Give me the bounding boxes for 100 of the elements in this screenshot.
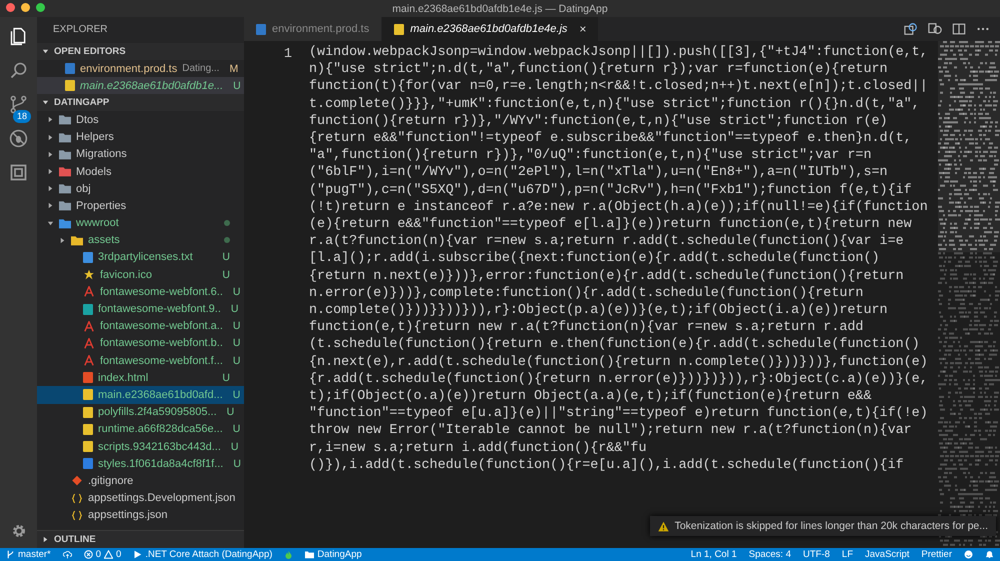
tree-item[interactable]: fontawesome-webfont.f... U [37, 352, 244, 370]
tree-item[interactable]: fontawesome-webfont.6.. U [37, 283, 244, 300]
close-window-button[interactable] [6, 3, 15, 12]
git-status-letter: U [232, 286, 240, 298]
status-item[interactable]: Ln 1, Col 1 [690, 549, 737, 560]
folder-status[interactable]: DatingApp [305, 549, 362, 560]
code-line: t.complete()}}},"+umK":function(e,t,n){"use strict";function r(){}n.d(t,"a", [309, 96, 921, 113]
debug-status[interactable]: .NET Core Attach (DatingApp) [133, 549, 272, 560]
close-tab-button[interactable]: × [579, 22, 586, 36]
file-name: Migrations [76, 148, 127, 160]
tree-item[interactable]: polyfills.2f4a59095805... U [37, 404, 244, 421]
tree-item[interactable]: fontawesome-webfont.9.. U [37, 300, 244, 318]
tree-item[interactable]: favicon.ico U [37, 266, 244, 284]
tree-item[interactable]: assets [37, 232, 244, 249]
file-name: scripts.9342163bc443d... [98, 440, 221, 453]
editor-tab[interactable]: main.e2368ae61bd0afdb1e4e.js × [382, 17, 600, 41]
window-title: main.e2368ae61bd0afdb1e4e.js — DatingApp [392, 2, 608, 14]
split-editor-icon[interactable] [952, 22, 966, 36]
maximize-window-button[interactable] [36, 3, 45, 12]
code-line: ()}),i.add(t.schedule(function(){r=e[u.a](),i.add(t.schedule(function(){if [309, 456, 905, 474]
tree-item[interactable]: fontawesome-webfont.b.. U [37, 334, 244, 352]
tree-item[interactable]: index.html U [37, 369, 244, 386]
smiley-icon[interactable] [964, 550, 973, 559]
folder-icon [59, 132, 71, 143]
status-item[interactable]: Spaces: 4 [748, 549, 791, 560]
tree-item[interactable]: appsettings.Development.json [37, 490, 244, 507]
status-item[interactable]: UTF-8 [803, 549, 830, 560]
section-header[interactable]: OUTLINE [37, 530, 244, 548]
tree-item[interactable]: Dtos [37, 111, 244, 129]
status-item[interactable]: LF [842, 549, 854, 560]
code-line: throw new Error("Iterable cannot be null");return new r.a(t?function(n){var [309, 422, 913, 440]
code-line: {r.add(t.schedule(function(){return n.error(e)}))})})),r}:Object(c.a)(e))}(e, [309, 370, 929, 388]
font-icon [83, 338, 95, 349]
tree-item[interactable]: Models [37, 162, 244, 180]
tree-item[interactable]: main.e2368ae61bd0afd... U [37, 386, 244, 404]
git-status-letter: U [232, 320, 240, 332]
tree-item[interactable]: appsettings.json [37, 506, 244, 524]
section-header[interactable]: DATINGAPP [37, 94, 244, 112]
error-icon [84, 550, 93, 559]
preview-icon[interactable] [928, 22, 942, 36]
editor-tab[interactable]: environment.prod.ts [244, 17, 382, 41]
file-name: index.html [98, 372, 148, 384]
git-status-letter: U [230, 303, 238, 316]
section-header[interactable]: OPEN EDITORS [37, 43, 244, 60]
open-editor-item[interactable]: main.e2368ae61bd0afdb1e... U [37, 77, 244, 94]
folder-description: Dating... [182, 63, 220, 74]
section-title: DATINGAPP [54, 97, 110, 108]
tree-item[interactable]: Properties [37, 197, 244, 214]
tree-item[interactable]: 3rdpartylicenses.txt U [37, 248, 244, 266]
tree-item[interactable]: obj [37, 180, 244, 198]
git-status-letter: U [233, 458, 241, 470]
play-icon [133, 550, 142, 559]
notification-message: Tokenization is skipped for lines longer than 20k characters for pe... [674, 520, 988, 532]
open-changes-icon[interactable] [904, 22, 918, 36]
section-title: OPEN EDITORS [54, 46, 126, 57]
code-line: {n.next(e),r.add(t.schedule(function(){return n.complete()}))}))},function(e) [309, 354, 929, 371]
extensions-icon[interactable] [8, 162, 29, 183]
explorer-title: EXPLORER [52, 23, 108, 37]
folder-icon [59, 148, 71, 160]
tree-item[interactable]: wwwroot [37, 214, 244, 232]
braces-icon [71, 492, 83, 504]
tree-item[interactable]: fontawesome-webfont.a.. U [37, 318, 244, 335]
git-status-letter: U [222, 372, 230, 384]
file-name: 3rdpartylicenses.txt [98, 251, 193, 264]
code-line: t);if(Object(o.a)(e))return Object(a.a)(e,t);if(function(e){return e&& [309, 388, 872, 406]
font-icon [83, 320, 95, 332]
folder-icon [59, 218, 71, 229]
code-line: function(e,t){return new r.a(t?function(n){var r=new s.a;return r.add [309, 319, 864, 336]
minimize-window-button[interactable] [21, 3, 30, 12]
file-name: styles.1f061da8a4cf8f1f... [98, 458, 224, 470]
tree-item[interactable]: runtime.a66f828dca56e... U [37, 420, 244, 438]
tree-item[interactable]: Migrations [37, 146, 244, 163]
line-number: 1 [284, 46, 293, 63]
code-line: "a",function(){return r})},"0/uQ":function(e,t,n){"use strict";var r=n [309, 147, 872, 164]
section-title: OUTLINE [54, 534, 96, 545]
star-icon [83, 269, 95, 280]
code-line: function(){return r})},"/WYv":function(e,t,n){"use strict";function r(e) [309, 112, 889, 130]
search-icon[interactable] [8, 60, 29, 81]
tree-item[interactable]: Helpers [37, 128, 244, 146]
debug-icon[interactable] [8, 128, 29, 149]
git-status-letter: U [232, 388, 240, 401]
branch-icon [6, 550, 15, 559]
tree-item[interactable]: scripts.9342163bc443d... U [37, 438, 244, 456]
branch-status[interactable]: master* [6, 549, 51, 560]
code-line: ("pugT"),c=n("S5XQ"),d=n("u67D"),p=n("JcRv"),h=n("Fxb1");function f(e,t){if [309, 182, 913, 199]
tree-item[interactable]: .gitignore [37, 472, 244, 490]
problems-status[interactable]: 0 0 [84, 549, 122, 560]
file-name: appsettings.Development.json [88, 492, 236, 504]
code-line: [l.a]();r.add(i.subscribe({next:function(e){r.add(t.schedule(function() [309, 250, 881, 268]
status-item[interactable]: JavaScript [865, 549, 910, 560]
sync-icon[interactable] [62, 550, 72, 559]
status-item[interactable]: Prettier [921, 549, 952, 560]
warning-icon [104, 550, 114, 559]
git-status-letter: M [229, 62, 238, 75]
code-line: ("6blF"),i=n("/WYv"),o=n("2ePl"),l=n("xTla"),u=n("En8+"),a=n("IUTb"),s=n [309, 164, 889, 182]
bell-icon[interactable] [985, 550, 994, 559]
open-editor-item[interactable]: environment.prod.ts Dating... M [37, 60, 244, 78]
tree-item[interactable]: styles.1f061da8a4cf8f1f... U [37, 455, 244, 472]
file-name: Dtos [76, 114, 99, 126]
changes-count-badge: 18 [13, 110, 32, 123]
